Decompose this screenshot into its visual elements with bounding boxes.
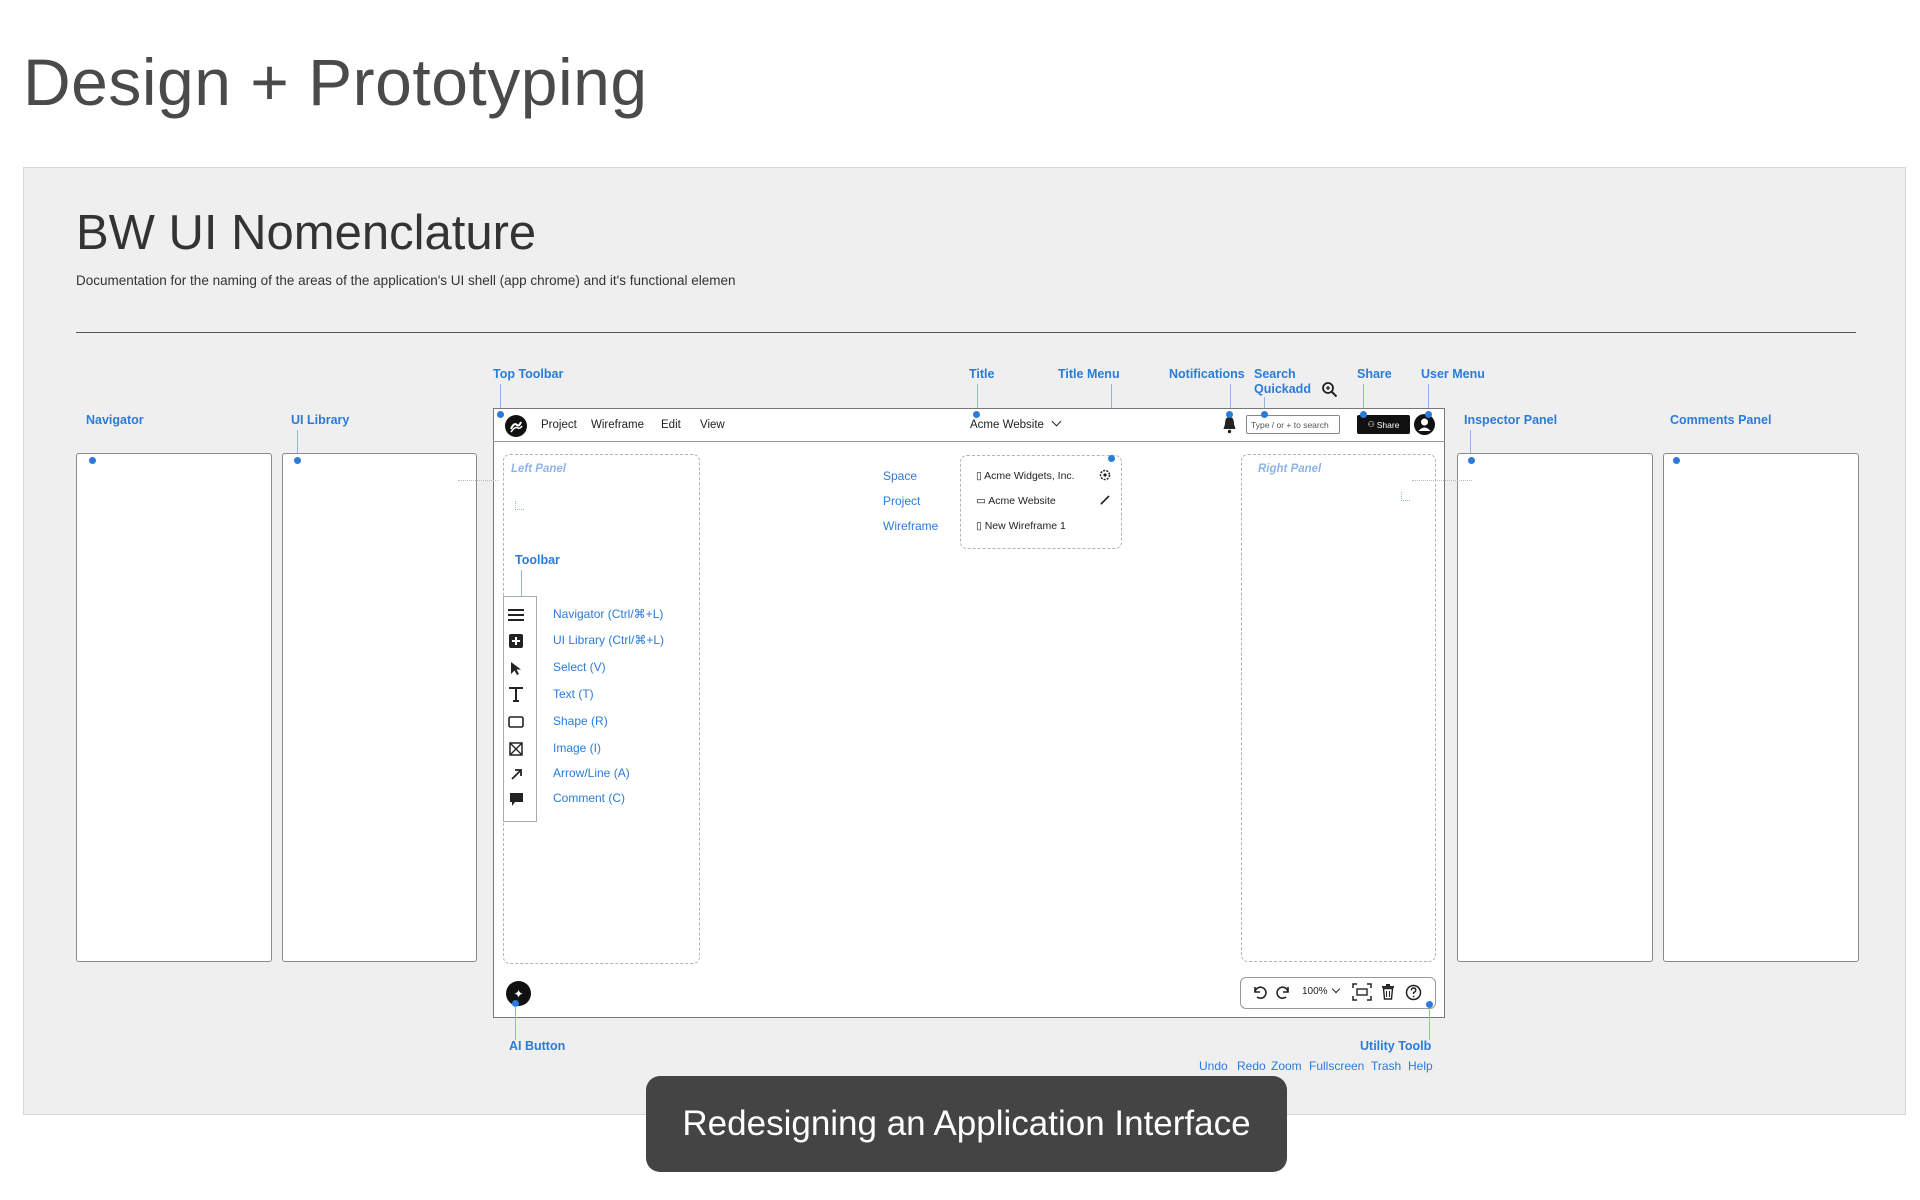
navigator-dot: [89, 457, 96, 464]
zoom-select[interactable]: 100%: [1302, 984, 1341, 997]
tool-label-comment: Comment (C): [553, 791, 626, 805]
right-panel-area: [1241, 454, 1436, 962]
breadcrumb-label-wireframe: Wireframe: [883, 519, 939, 533]
document-icon: ▯: [976, 520, 982, 532]
help-icon[interactable]: [1405, 984, 1422, 1006]
doc-title: BW UI Nomenclature: [76, 206, 537, 260]
app-title-menu[interactable]: Acme Website: [970, 416, 1062, 431]
breadcrumb-label-project: Project: [883, 494, 921, 508]
doc-description: Documentation for the naming of the area…: [76, 273, 736, 288]
pointer-icon[interactable]: [505, 657, 527, 679]
util-label-undo: Undo: [1199, 1059, 1228, 1073]
toolbar-callout: Toolbar: [515, 553, 560, 567]
caption-banner: Redesigning an Application Interface: [646, 1076, 1287, 1172]
left-panel-label: Left Panel: [511, 463, 566, 475]
rectangle-icon[interactable]: [505, 711, 527, 733]
navigator-panel: [76, 453, 272, 962]
tool-label-ui-library: UI Library (Ctrl/⌘+L): [553, 633, 665, 647]
wireframe-name: New Wireframe 1: [984, 520, 1066, 532]
menu-edit[interactable]: Edit: [661, 419, 681, 431]
util-label-redo: Redo: [1237, 1059, 1266, 1073]
building-icon: ▯: [976, 470, 982, 482]
top-toolbar-divider: [493, 441, 1445, 442]
tool-label-select: Select (V): [553, 660, 606, 674]
comments-dot: [1673, 457, 1680, 464]
util-label-zoom: Zoom: [1271, 1059, 1302, 1073]
comments-panel-callout: Comments Panel: [1670, 413, 1772, 427]
title-dot: [973, 411, 980, 418]
space-name: Acme Widgets, Inc.: [984, 470, 1075, 482]
ai-button-callout: AI Button: [509, 1039, 566, 1053]
share-callout: Share: [1357, 367, 1392, 381]
page-title: Design + Prototyping: [23, 45, 648, 119]
util-label-trash: Trash: [1371, 1059, 1402, 1073]
comments-panel: [1663, 453, 1859, 962]
bell-icon[interactable]: [1221, 415, 1238, 439]
title-callout: Title: [969, 367, 995, 381]
title-menu-dot: [1108, 455, 1115, 462]
menu-view[interactable]: View: [700, 419, 725, 431]
user-plus-icon: ⚇: [1367, 420, 1375, 429]
chevron-down-icon: [1051, 416, 1062, 427]
inspector-dot: [1468, 457, 1475, 464]
pencil-icon[interactable]: [1099, 493, 1111, 511]
menu-project[interactable]: Project: [541, 419, 577, 431]
utility-toolbar-dot: [1426, 1001, 1433, 1008]
title-menu-callout: Title Menu: [1058, 367, 1120, 381]
tool-label-shape: Shape (R): [553, 714, 608, 728]
util-label-fullscreen: Fullscreen: [1309, 1059, 1365, 1073]
comment-icon[interactable]: [505, 788, 527, 810]
app-title: Acme Website: [970, 419, 1044, 431]
notifications-dot: [1226, 411, 1233, 418]
inspector-panel-callout: Inspector Panel: [1464, 413, 1558, 427]
share-button[interactable]: ⚇ Share: [1357, 415, 1410, 434]
zoom-value: 100%: [1302, 986, 1328, 997]
undo-icon[interactable]: [1251, 984, 1267, 1005]
notifications-callout: Notifications: [1169, 367, 1245, 381]
divider: [76, 332, 1856, 333]
utility-toolbar-callout: Utility Toolb: [1360, 1039, 1432, 1053]
top-toolbar-dot: [497, 411, 504, 418]
user-avatar-icon[interactable]: [1414, 414, 1435, 435]
tool-label-navigator: Navigator (Ctrl/⌘+L): [553, 607, 664, 621]
redo-icon[interactable]: [1276, 984, 1292, 1005]
ui-library-callout: UI Library: [291, 413, 350, 427]
user-menu-callout: User Menu: [1421, 367, 1485, 381]
breadcrumb-label-space: Space: [883, 469, 918, 483]
tool-label-arrow: Arrow/Line (A): [553, 766, 630, 780]
top-toolbar-callout: Top Toolbar: [493, 367, 564, 381]
logo-icon[interactable]: [505, 415, 527, 437]
text-icon[interactable]: [505, 683, 527, 705]
plus-box-icon[interactable]: [505, 630, 527, 652]
trash-icon[interactable]: [1381, 984, 1395, 1005]
util-label-help: Help: [1408, 1059, 1433, 1073]
tool-label-text: Text (T): [553, 687, 594, 701]
chevron-down-icon: [1332, 984, 1341, 994]
breadcrumb-space[interactable]: ▯ Acme Widgets, Inc.: [976, 470, 1075, 482]
navigator-callout: Navigator: [86, 413, 144, 427]
quickadd-callout: Quickadd: [1254, 382, 1311, 396]
ui-library-panel: [282, 453, 477, 962]
share-label: Share: [1376, 419, 1400, 430]
folder-icon: ▭: [976, 495, 986, 507]
user-menu-dot: [1425, 411, 1432, 418]
search-dot: [1261, 411, 1268, 418]
gear-icon[interactable]: [1099, 468, 1111, 486]
hamburger-icon[interactable]: [505, 604, 527, 626]
search-callout: Search: [1254, 367, 1296, 381]
ui-library-dot: [294, 457, 301, 464]
menu-wireframe[interactable]: Wireframe: [591, 419, 644, 431]
fullscreen-icon[interactable]: [1352, 983, 1372, 1006]
breadcrumb-wireframe[interactable]: ▯ New Wireframe 1: [976, 520, 1066, 532]
project-name: Acme Website: [988, 495, 1056, 507]
image-icon[interactable]: [505, 738, 527, 760]
inspector-panel: [1457, 453, 1653, 962]
arrow-icon[interactable]: [505, 763, 527, 785]
right-panel-label: Right Panel: [1258, 463, 1322, 475]
share-dot: [1360, 411, 1367, 418]
tool-label-image: Image (I): [553, 741, 602, 755]
search-icon: [1321, 381, 1338, 403]
search-input[interactable]: Type / or + to search: [1246, 415, 1340, 434]
breadcrumb-project[interactable]: ▭ Acme Website: [976, 495, 1056, 507]
